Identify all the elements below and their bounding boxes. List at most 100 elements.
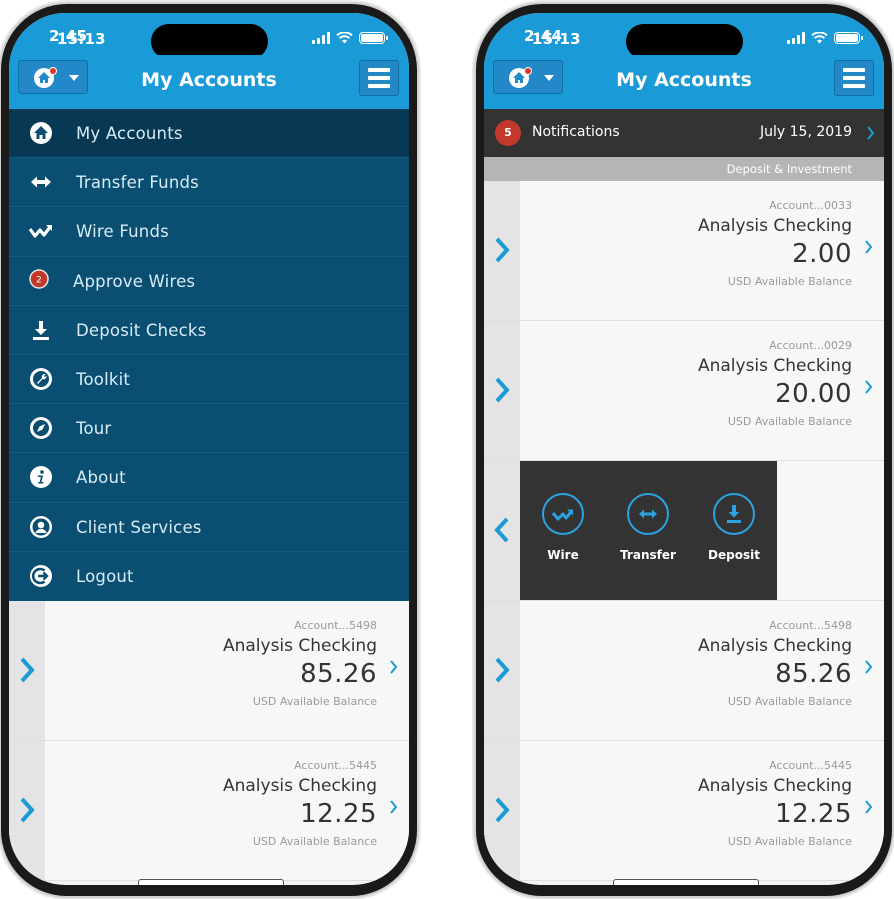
hamburger-icon: [843, 68, 865, 72]
action-label: Deposit: [708, 548, 760, 562]
balance-label: USD Available Balance: [727, 415, 852, 428]
account-row[interactable]: Account...5498 Analysis Checking 85.26 U…: [484, 601, 884, 741]
home-indicator[interactable]: [138, 879, 284, 885]
account-actions-row: Wire Transfer Deposit: [484, 461, 884, 601]
svg-text:2: 2: [36, 275, 42, 285]
screen-left: 2:45 15:13 My Accounts My Accounts Trans…: [9, 13, 409, 885]
menu-item-label: Tour: [76, 419, 112, 439]
account-number: Account...0033: [769, 199, 852, 212]
account-number: Account...5498: [294, 619, 377, 632]
dynamic-island: [151, 24, 268, 59]
menu-item-approve-wires[interactable]: 2 Approve Wires: [9, 257, 409, 306]
notifications-label: Notifications: [532, 124, 620, 140]
chevron-right-icon[interactable]: [19, 797, 35, 823]
menu-item-logout[interactable]: Logout: [9, 552, 409, 601]
status-time-overlay: 15:13: [532, 30, 581, 48]
home-indicator[interactable]: [613, 879, 759, 885]
account-number: Account...5445: [769, 759, 852, 772]
balance-label: USD Available Balance: [727, 275, 852, 288]
notifications-bar[interactable]: 5 Notifications July 15, 2019: [484, 109, 884, 157]
chevron-right-icon[interactable]: [864, 380, 873, 394]
menu-item-about[interactable]: About: [9, 453, 409, 503]
action-label: Transfer: [620, 548, 676, 562]
menu-item-label: Client Services: [76, 517, 202, 537]
status-time: 2:45 15:13: [49, 27, 106, 48]
account-number: Account...5445: [294, 759, 377, 772]
account-name: Analysis Checking: [697, 356, 852, 376]
side-menu: My Accounts Transfer Funds Wire Funds 2 …: [9, 109, 409, 601]
phone-left: 2:45 15:13 My Accounts My Accounts Trans…: [1, 4, 417, 896]
menu-item-label: Logout: [76, 566, 134, 586]
badge-count-icon: 2: [29, 268, 49, 289]
menu-item-tour[interactable]: Tour: [9, 404, 409, 454]
menu-item-label: Toolkit: [76, 369, 131, 389]
account-balance: 12.25: [775, 799, 852, 829]
deposit-action-button[interactable]: Deposit: [694, 493, 774, 562]
menu-item-label: Approve Wires: [73, 271, 196, 291]
screen-right: 2:44 15:13 My Accounts 5 Notifications J…: [484, 13, 884, 885]
account-balance: 20.00: [775, 379, 852, 409]
chevron-right-icon[interactable]: [494, 797, 510, 823]
chevron-right-icon[interactable]: [389, 800, 398, 814]
account-balance: 85.26: [775, 659, 852, 689]
menu-item-my-accounts[interactable]: My Accounts: [9, 109, 409, 159]
chevron-right-icon[interactable]: [864, 660, 873, 674]
logout-icon: [30, 564, 52, 587]
account-name: Analysis Checking: [697, 776, 852, 796]
account-row[interactable]: Account...5498 Analysis Checking 85.26 U…: [9, 601, 409, 741]
balance-label: USD Available Balance: [727, 835, 852, 848]
system-icons: [312, 32, 388, 44]
transfer-action-button[interactable]: Transfer: [608, 493, 688, 562]
page-title: My Accounts: [141, 69, 277, 91]
account-balance: 85.26: [300, 659, 377, 689]
system-icons: [787, 32, 863, 44]
menu-item-deposit-checks[interactable]: Deposit Checks: [9, 306, 409, 355]
quick-actions-panel: Wire Transfer Deposit: [520, 461, 777, 600]
chevron-right-icon[interactable]: [864, 240, 873, 254]
wire-action-button[interactable]: Wire: [523, 493, 603, 562]
notifications-date: July 15, 2019: [760, 124, 852, 140]
account-number: Account...0029: [769, 339, 852, 352]
hamburger-icon: [368, 68, 390, 72]
balance-label: USD Available Balance: [252, 695, 377, 708]
transfer-arrows-icon: [31, 176, 51, 188]
chevron-right-icon[interactable]: [494, 237, 510, 263]
account-name: Analysis Checking: [222, 776, 377, 796]
chevron-right-icon: [867, 126, 875, 140]
account-name: Analysis Checking: [697, 636, 852, 656]
info-icon: [30, 466, 52, 489]
transfer-arrows-icon: [639, 509, 657, 519]
compass-icon: [30, 417, 52, 440]
chevron-left-icon[interactable]: [494, 517, 510, 543]
hamburger-menu-button[interactable]: [834, 60, 874, 96]
wrench-icon: [30, 367, 52, 390]
signal-icon: [787, 32, 805, 44]
battery-icon: [359, 32, 388, 44]
chevron-right-icon[interactable]: [19, 657, 35, 683]
account-row[interactable]: Account...5445 Analysis Checking 12.25 U…: [9, 741, 409, 881]
menu-item-toolkit[interactable]: Toolkit: [9, 355, 409, 405]
wifi-icon: [336, 32, 353, 44]
action-label: Wire: [547, 548, 579, 562]
wire-icon: [29, 225, 52, 238]
account-list: Account...5498 Analysis Checking 85.26 U…: [9, 601, 409, 881]
home-icon: [30, 122, 52, 144]
account-name: Analysis Checking: [222, 636, 377, 656]
chevron-right-icon[interactable]: [389, 660, 398, 674]
chevron-right-icon[interactable]: [494, 377, 510, 403]
status-bar: 2:44 15:13: [484, 13, 884, 59]
chevron-right-icon[interactable]: [864, 800, 873, 814]
menu-item-client-services[interactable]: Client Services: [9, 503, 409, 552]
dynamic-island: [626, 24, 743, 59]
hamburger-menu-button[interactable]: [359, 60, 399, 96]
chevron-right-icon[interactable]: [494, 657, 510, 683]
account-row[interactable]: Account...0033 Analysis Checking 2.00 US…: [484, 181, 884, 321]
account-row[interactable]: Account...5445 Analysis Checking 12.25 U…: [484, 741, 884, 881]
wifi-icon: [811, 32, 828, 44]
menu-item-wire-funds[interactable]: Wire Funds: [9, 207, 409, 257]
wire-icon: [551, 509, 573, 521]
battery-icon: [834, 32, 863, 44]
menu-item-transfer-funds[interactable]: Transfer Funds: [9, 158, 409, 208]
account-row[interactable]: Account...0029 Analysis Checking 20.00 U…: [484, 321, 884, 461]
status-bar: 2:45 15:13: [9, 13, 409, 59]
